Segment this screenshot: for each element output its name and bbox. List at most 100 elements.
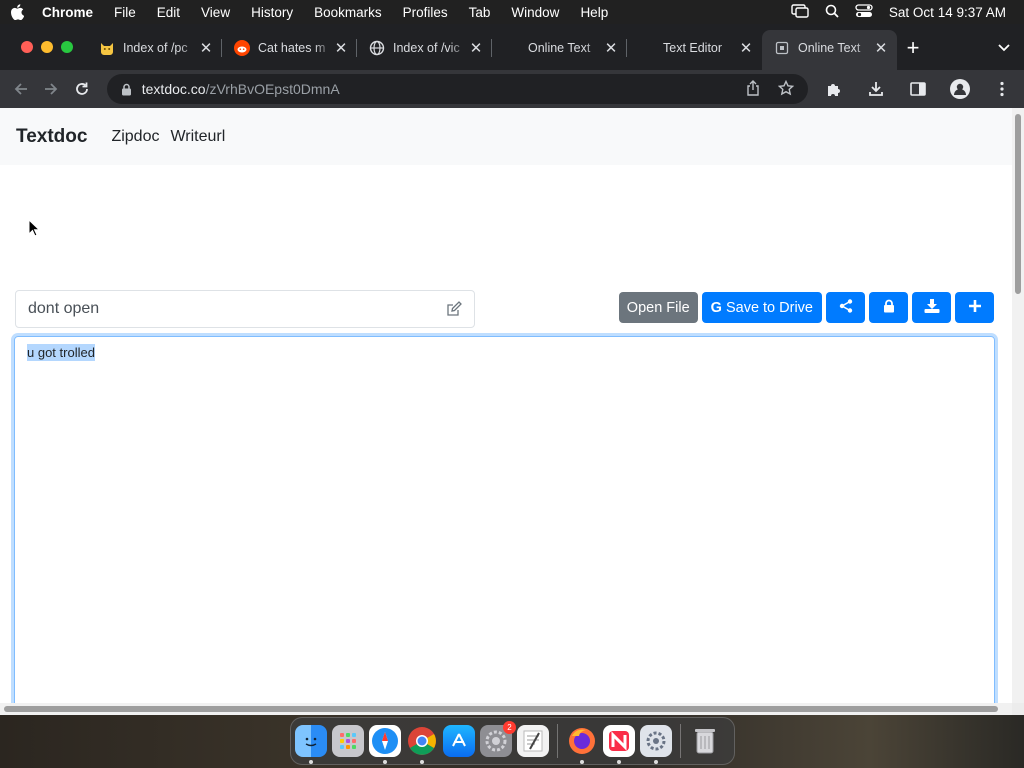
close-window-button[interactable] — [21, 41, 33, 53]
spotlight-search-icon[interactable] — [825, 4, 839, 21]
document-title-field[interactable]: dont open — [15, 290, 475, 328]
reload-icon[interactable] — [67, 73, 97, 105]
forward-arrow-icon[interactable] — [36, 73, 66, 105]
running-indicator — [383, 760, 387, 764]
plus-icon — [968, 299, 982, 317]
menu-tab[interactable]: Tab — [469, 5, 491, 20]
google-g-icon: G — [710, 299, 722, 316]
horizontal-scrollbar[interactable] — [0, 703, 1012, 715]
safari-icon[interactable] — [369, 725, 401, 764]
new-tab-button[interactable]: + — [897, 30, 929, 66]
save-to-drive-label: Save to Drive — [725, 299, 813, 316]
menu-app-name[interactable]: Chrome — [42, 5, 93, 20]
address-bar[interactable]: textdoc.co/zVrhBvOEpst0DmnA — [106, 74, 808, 104]
vertical-scrollbar[interactable] — [1012, 108, 1024, 705]
close-tab-icon[interactable]: ✕ — [333, 40, 349, 57]
share-icon — [839, 298, 853, 317]
tab-index-pc[interactable]: Index of /pc ✕ — [87, 30, 222, 66]
tab-online-text-active[interactable]: Online Text ✕ — [762, 30, 897, 70]
close-tab-icon[interactable]: ✕ — [468, 40, 484, 57]
finder-icon[interactable] — [295, 725, 327, 764]
menu-help[interactable]: Help — [580, 5, 608, 20]
nav-link-writeurl[interactable]: Writeurl — [170, 128, 225, 146]
menu-bookmarks[interactable]: Bookmarks — [314, 5, 382, 20]
screen-mirroring-icon[interactable] — [791, 3, 809, 21]
control-center-icon[interactable] — [855, 3, 873, 21]
nav-link-zipdoc[interactable]: Zipdoc — [111, 128, 159, 146]
menu-profiles[interactable]: Profiles — [403, 5, 448, 20]
edit-pencil-icon[interactable] — [446, 301, 462, 317]
close-tab-icon[interactable]: ✕ — [603, 40, 619, 57]
share-button[interactable] — [826, 292, 865, 323]
tab-title: Index of /vic — [393, 41, 460, 55]
tab-reddit-cat[interactable]: Cat hates m ✕ — [222, 30, 357, 66]
close-tab-icon[interactable]: ✕ — [738, 40, 754, 57]
site-brand[interactable]: Textdoc — [16, 126, 87, 148]
dock: 2 — [290, 717, 735, 765]
menu-history[interactable]: History — [251, 5, 293, 20]
extensions-puzzle-icon[interactable] — [818, 73, 850, 105]
firefox-icon[interactable] — [566, 725, 598, 764]
site-navbar: Textdoc Zipdoc Writeurl — [0, 108, 1012, 165]
notification-badge: 2 — [503, 721, 516, 734]
document-toolbar: dont open Open File G Save to Drive — [15, 290, 995, 328]
web-page: Textdoc Zipdoc Writeurl dont open Open F… — [0, 108, 1012, 703]
close-tab-icon[interactable]: ✕ — [198, 40, 214, 57]
system-preferences-icon[interactable]: 2 — [480, 721, 516, 757]
maximize-window-button[interactable] — [61, 41, 73, 53]
lock-icon[interactable] — [121, 83, 132, 96]
launchpad-icon[interactable] — [332, 725, 364, 757]
menu-clock[interactable]: Sat Oct 14 9:37 AM — [889, 5, 1006, 20]
document-title: dont open — [28, 300, 100, 317]
open-file-button[interactable]: Open File — [618, 292, 698, 323]
new-document-button[interactable] — [955, 292, 994, 323]
tab-title: Online Text — [798, 41, 861, 55]
running-indicator — [309, 760, 313, 764]
tab-online-text[interactable]: Online Text ✕ — [492, 30, 627, 66]
lock-icon — [883, 299, 895, 317]
horizontal-scrollbar-thumb[interactable] — [4, 706, 998, 712]
dock-separator — [557, 724, 558, 758]
menu-edit[interactable]: Edit — [157, 5, 180, 20]
share-page-icon[interactable] — [746, 79, 760, 99]
blank-icon — [639, 40, 655, 56]
more-menu-icon[interactable] — [986, 73, 1018, 105]
url-path: /zVrhBvOEpst0DmnA — [205, 81, 340, 97]
tab-index-vic[interactable]: Index of /vic ✕ — [357, 30, 492, 66]
app-store-icon[interactable] — [443, 725, 475, 757]
tab-title: Text Editor — [663, 41, 723, 55]
tab-search-chevron-icon[interactable] — [984, 30, 1024, 66]
download-button[interactable] — [912, 292, 951, 323]
apple-icon[interactable] — [10, 4, 32, 20]
cat-emoji-icon — [99, 40, 115, 56]
menu-view[interactable]: View — [201, 5, 230, 20]
document-editor[interactable]: u got trolled — [14, 336, 995, 703]
tab-title: Cat hates m — [258, 41, 326, 55]
selected-text[interactable]: u got trolled — [27, 344, 95, 361]
news-icon[interactable] — [603, 725, 635, 764]
vertical-scrollbar-thumb[interactable] — [1015, 114, 1021, 294]
save-to-drive-button[interactable]: G Save to Drive — [701, 292, 822, 323]
textedit-icon[interactable] — [517, 725, 549, 757]
settings-gear-icon[interactable] — [640, 725, 672, 764]
close-tab-icon[interactable]: ✕ — [873, 40, 889, 57]
browser-toolbar: textdoc.co/zVrhBvOEpst0DmnA — [0, 70, 1024, 108]
running-indicator — [617, 760, 621, 764]
reddit-icon — [234, 40, 250, 56]
back-arrow-icon[interactable] — [6, 73, 36, 105]
downloads-icon[interactable] — [860, 73, 892, 105]
chrome-icon[interactable] — [406, 725, 438, 764]
tab-title: Index of /pc — [123, 41, 188, 55]
bookmark-star-icon[interactable] — [777, 79, 795, 99]
running-indicator — [580, 760, 584, 764]
lock-button[interactable] — [869, 292, 908, 323]
profile-avatar-icon[interactable] — [944, 73, 976, 105]
tab-text-editor[interactable]: Text Editor ✕ — [627, 30, 762, 66]
menu-file[interactable]: File — [114, 5, 136, 20]
menu-window[interactable]: Window — [511, 5, 559, 20]
macos-menu-bar: Chrome File Edit View History Bookmarks … — [0, 0, 1024, 24]
trash-icon[interactable] — [689, 725, 721, 757]
minimize-window-button[interactable] — [41, 41, 53, 53]
blank-icon — [504, 40, 520, 56]
side-panel-icon[interactable] — [902, 73, 934, 105]
